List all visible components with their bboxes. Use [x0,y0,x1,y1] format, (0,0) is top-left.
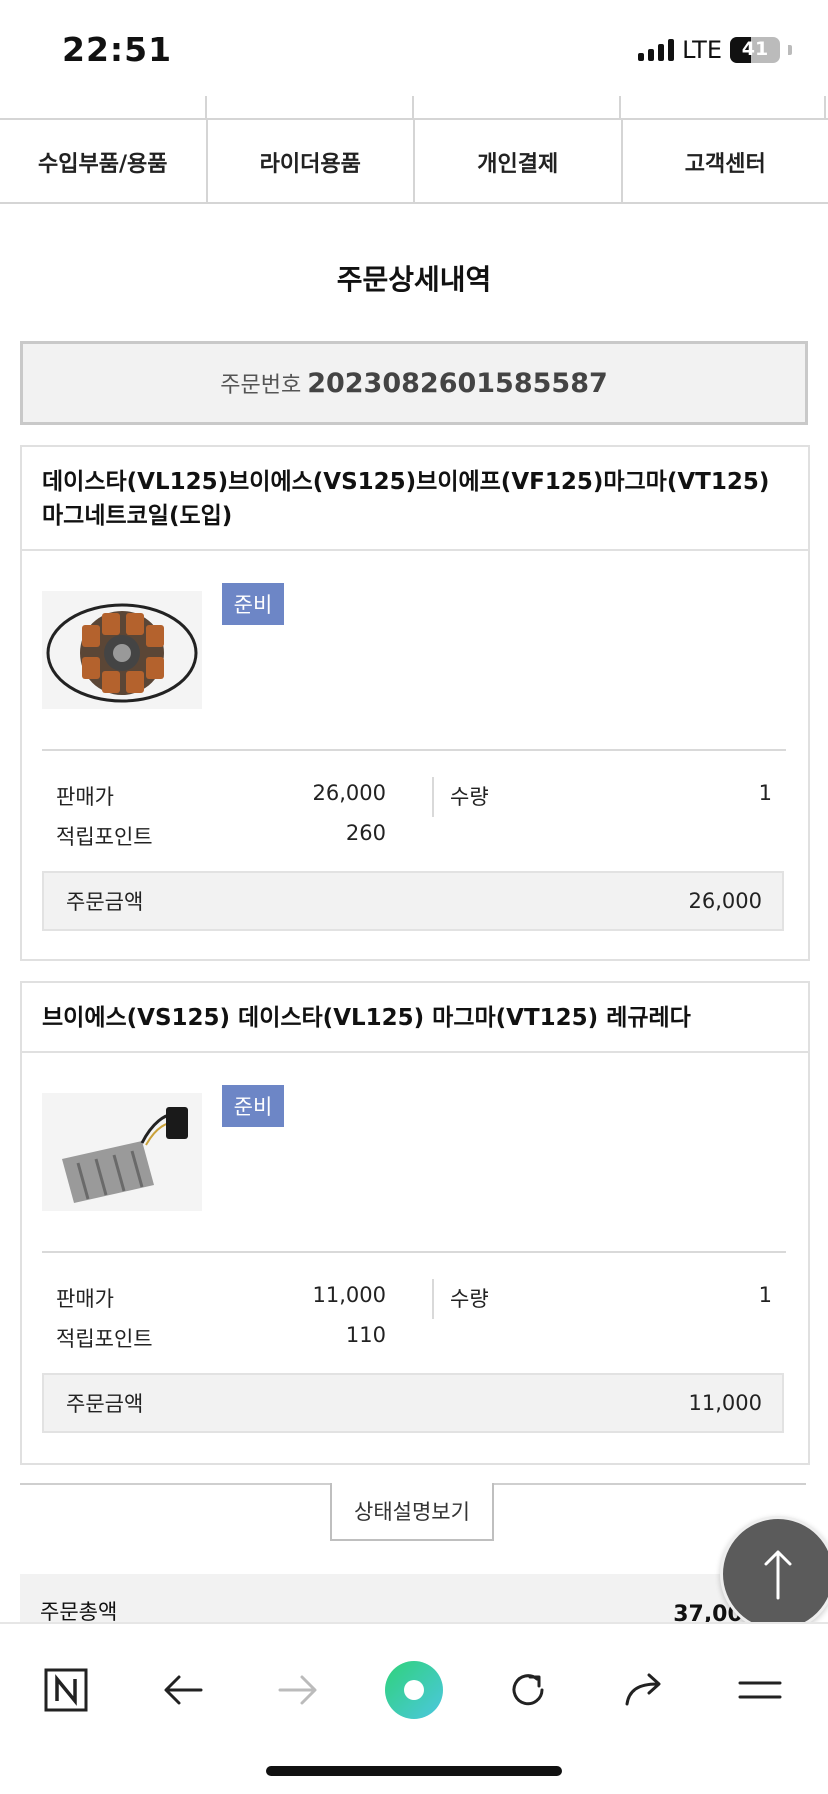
battery-level: 41 [730,38,780,60]
status-time: 22:51 [62,30,172,69]
regulator-photo-icon[interactable] [42,1093,202,1211]
price-label: 판매가 [56,1283,114,1313]
order-amount-label: 주문금액 [66,886,143,916]
item-name[interactable]: 브이에스(VS125) 데이스타(VL125) 마그마(VT125) 레규레다 [22,983,808,1053]
quantity-label: 수량 [450,1283,489,1313]
price-value: 11,000 [313,1283,386,1307]
quantity-value: 1 [759,1283,772,1307]
scroll-to-top-button[interactable] [720,1516,828,1632]
home-indicator[interactable] [266,1766,562,1776]
nav-item-customer-center[interactable]: 고객센터 [623,120,828,204]
nav-item-imported-parts[interactable]: 수입부품/용품 [0,120,208,204]
order-number: 2023082601585587 [307,368,608,399]
nav-item-personal-payment[interactable]: 개인결제 [415,120,623,204]
battery-icon: 41 [730,37,780,63]
reload-icon[interactable] [488,1650,568,1730]
battery-tip [788,45,792,55]
points-label: 적립포인트 [56,1323,153,1353]
status-indicators: LTE 41 [638,36,792,64]
order-amount-bar: 주문금액 11,000 [42,1373,784,1433]
nav-divider [412,96,414,118]
nav-divider [619,96,621,118]
status-description-button[interactable]: 상태설명보기 [330,1483,494,1541]
nav-divider [205,96,207,118]
quantity-label: 수량 [450,781,489,811]
naver-n-icon[interactable] [26,1650,106,1730]
info-separator [432,777,434,817]
magneto-coil-photo-icon[interactable] [42,591,202,709]
item-name[interactable]: 데이스타(VL125)브이에스(VS125)브이에프(VF125)마그마(VT1… [22,447,808,551]
network-label: LTE [682,36,722,64]
points-label: 적립포인트 [56,821,153,851]
menu-icon[interactable] [720,1650,800,1730]
nav-divider [824,96,826,118]
price-label: 판매가 [56,781,114,811]
forward-arrow-icon[interactable] [258,1650,338,1730]
order-amount-bar: 주문금액 26,000 [42,871,784,931]
item-divider [42,1251,786,1253]
category-nav: 수입부품/용품 라이더용품 개인결제 고객센터 [0,96,828,204]
green-dot-icon[interactable] [374,1650,454,1730]
order-item-card: 브이에스(VS125) 데이스타(VL125) 마그마(VT125) 레규레다 … [20,981,810,1465]
order-number-box: 주문번호 2023082601585587 [20,341,808,425]
info-separator [432,1279,434,1319]
order-amount-value: 11,000 [689,1391,762,1415]
arrow-up-icon [758,1546,798,1602]
status-bar: 22:51 LTE 41 [0,0,828,96]
order-number-label: 주문번호 [220,367,301,399]
status-badge: 준비 [222,583,284,625]
back-arrow-icon[interactable] [143,1650,223,1730]
nav-item-rider-gear[interactable]: 라이더용품 [208,120,416,204]
points-value: 110 [346,1323,386,1347]
points-value: 260 [346,821,386,845]
price-value: 26,000 [313,781,386,805]
page-title: 주문상세내역 [0,258,828,298]
share-icon[interactable] [604,1650,684,1730]
signal-icon [638,39,674,61]
item-divider [42,749,786,751]
order-amount-label: 주문금액 [66,1388,143,1418]
order-amount-value: 26,000 [689,889,762,913]
order-item-card: 데이스타(VL125)브이에스(VS125)브이에프(VF125)마그마(VT1… [20,445,810,961]
status-badge: 준비 [222,1085,284,1127]
quantity-value: 1 [759,781,772,805]
